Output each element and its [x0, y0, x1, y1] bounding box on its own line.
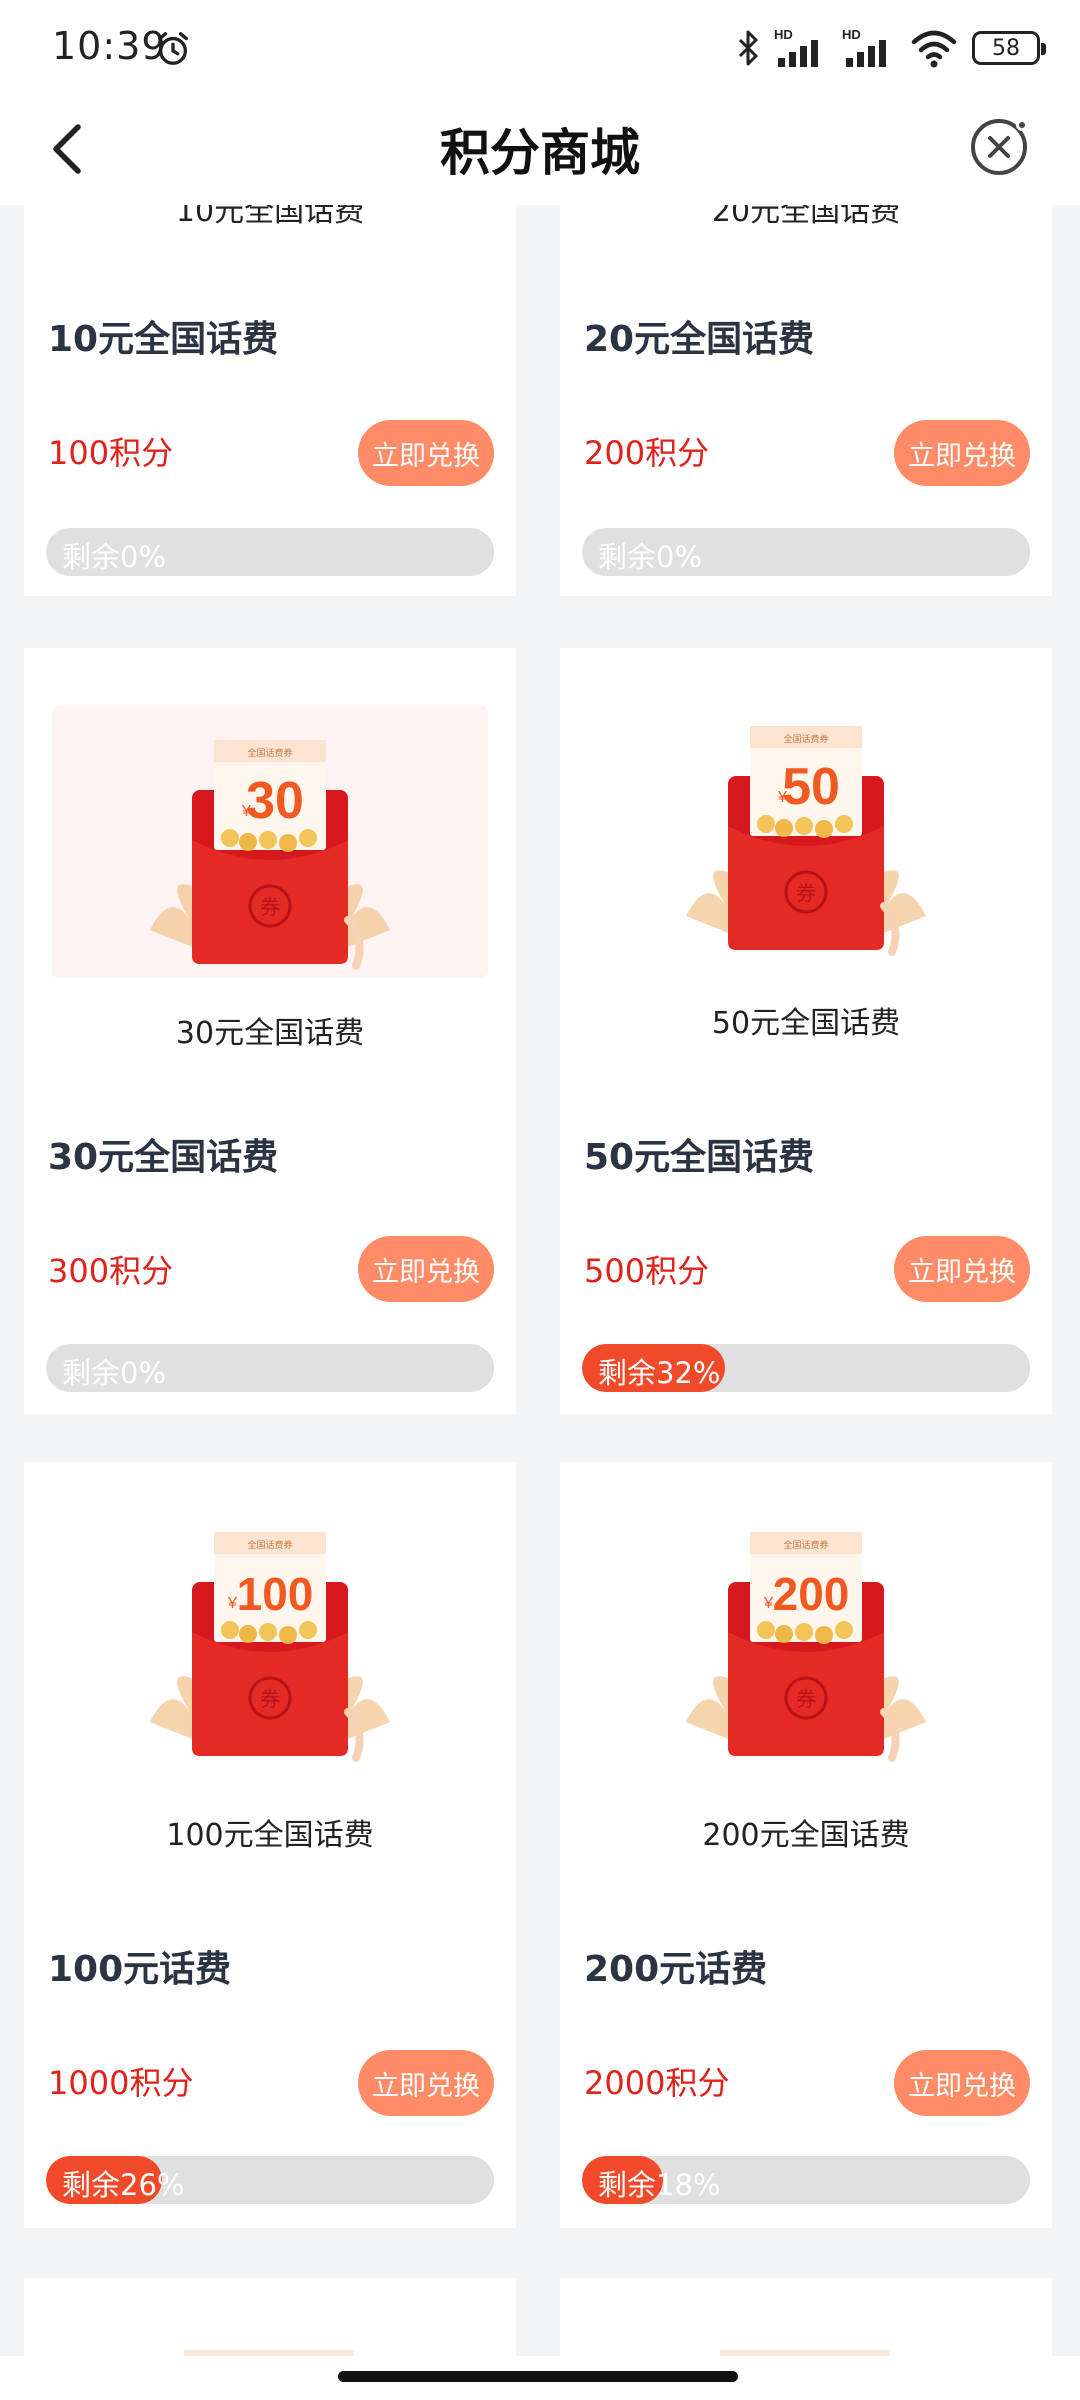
- product-points: 1000积分: [48, 2064, 194, 2102]
- product-points: 2000积分: [584, 2064, 730, 2102]
- status-bar: 10:39 HD HD 58: [0, 0, 1080, 95]
- product-points: 300积分: [48, 1252, 174, 1290]
- coupon-currency-symbol: ¥: [763, 1595, 773, 1612]
- stock-remaining-label: 剩余0%: [62, 1356, 167, 1390]
- red-envelope-coupon-image: 全国话费券 ¥50 券: [666, 706, 946, 956]
- redeem-button[interactable]: 立即兑换: [894, 420, 1030, 486]
- product-card[interactable]: 全国话费券 ¥200 券 200元全国话费 200元话费 2000积分 立即兑换 剩…: [560, 1462, 1052, 2228]
- product-card[interactable]: 20元全国话费 20元全国话费 200积分 立即兑换 剩余0%: [560, 150, 1052, 596]
- home-indicator[interactable]: [338, 2371, 738, 2382]
- coupon-face-value: 200: [773, 1568, 850, 1620]
- coupon-header-text: 全国话费券: [247, 747, 292, 759]
- top-nav-bar: 积分商城: [0, 95, 1080, 205]
- stock-progress-bar: 剩余18%: [582, 2156, 1030, 2204]
- product-image[interactable]: 全国话费券 ¥50 券: [588, 706, 1024, 978]
- coupon-stamp-text: 券: [260, 1687, 280, 1711]
- signal-hd-icon: HD: [842, 27, 886, 67]
- page-title: 积分商城: [440, 124, 640, 182]
- stock-remaining-label: 剩余18%: [598, 2168, 721, 2202]
- product-image-caption: 200元全国话费: [702, 1818, 910, 1853]
- product-points: 100积分: [48, 434, 174, 472]
- product-title: 200元话费: [584, 1949, 768, 1990]
- coupon-header-text: 全国话费券: [783, 1539, 828, 1551]
- stock-remaining-label: 剩余0%: [598, 540, 703, 574]
- hd-badge: HD: [842, 27, 861, 42]
- product-title: 30元全国话费: [48, 1137, 279, 1178]
- product-image-caption: 50元全国话费: [711, 1006, 901, 1041]
- coupon-header-text: 全国话费券: [247, 1539, 292, 1551]
- red-envelope-coupon-image: 全国话费券 ¥100 券: [130, 1512, 410, 1762]
- close-circle-icon[interactable]: [966, 113, 1032, 179]
- product-image[interactable]: 全国话费券 ¥200 券: [588, 1520, 1024, 1792]
- product-image[interactable]: 全国话费券 ¥100 券: [52, 1520, 488, 1792]
- stock-remaining-label: 剩余32%: [598, 1356, 721, 1390]
- product-card[interactable]: 全国话费券 ¥30 券 30元全国话费 30元全国话费 300积分 立即兑换 剩余0…: [24, 648, 516, 1414]
- status-time: 10:39: [52, 24, 167, 68]
- product-title: 10元全国话费: [48, 319, 279, 360]
- product-title: 20元全国话费: [584, 319, 815, 360]
- red-envelope-coupon-image: 全国话费券 ¥30 券: [130, 720, 410, 970]
- coupon-face-value: 100: [237, 1568, 314, 1620]
- product-card[interactable]: 全国话费券 ¥50 券 50元全国话费 50元全国话费 500积分 立即兑换 剩余3…: [560, 648, 1052, 1414]
- product-image[interactable]: 全国话费券 ¥30 券: [52, 706, 488, 978]
- stock-remaining-label: 剩余26%: [62, 2168, 185, 2202]
- bluetooth-icon: [738, 30, 758, 66]
- signal-hd-icon: HD: [774, 27, 818, 67]
- redeem-button[interactable]: 立即兑换: [894, 2050, 1030, 2116]
- stock-progress-bar: 剩余26%: [46, 2156, 494, 2204]
- product-card[interactable]: 全国话费券 ¥100 券 100元全国话费 100元话费 1000积分 立即兑换 剩…: [24, 1462, 516, 2228]
- coupon-stamp-text: 券: [796, 881, 816, 905]
- stock-remaining-label: 剩余0%: [62, 540, 167, 574]
- product-title: 100元话费: [48, 1949, 232, 1990]
- battery-level: 58: [992, 35, 1020, 61]
- coupon-header-text: 全国话费券: [783, 733, 828, 745]
- coupon-stamp-text: 券: [260, 895, 280, 919]
- product-points: 500积分: [584, 1252, 710, 1290]
- alarm-clock-icon: [158, 32, 188, 65]
- coupon-face-value: 30: [246, 772, 304, 830]
- red-envelope-coupon-image: 全国话费券 ¥200 券: [666, 1512, 946, 1762]
- coupon-face-value: 50: [782, 758, 840, 816]
- redeem-button[interactable]: 立即兑换: [358, 2050, 494, 2116]
- product-grid: 10元全国话费 10元全国话费 100积分 立即兑换 剩余0% 20元全国话费 …: [0, 0, 1080, 2400]
- redeem-button[interactable]: 立即兑换: [894, 1236, 1030, 1302]
- stock-progress-bar: 剩余0%: [582, 528, 1030, 576]
- hd-badge: HD: [774, 27, 793, 42]
- product-title: 50元全国话费: [584, 1137, 815, 1178]
- battery-icon: 58: [972, 31, 1046, 65]
- product-card[interactable]: 10元全国话费 10元全国话费 100积分 立即兑换 剩余0%: [24, 150, 516, 596]
- product-image-caption: 30元全国话费: [175, 1016, 365, 1051]
- stock-progress-bar: 剩余32%: [582, 1344, 1030, 1392]
- coupon-currency-symbol: ¥: [227, 1595, 237, 1612]
- product-image-caption: 100元全国话费: [166, 1818, 374, 1853]
- status-icons: HD HD 58: [736, 26, 1046, 70]
- coupon-stamp-text: 券: [796, 1687, 816, 1711]
- product-points: 200积分: [584, 434, 710, 472]
- stock-progress-bar: 剩余0%: [46, 1344, 494, 1392]
- stock-progress-bar: 剩余0%: [46, 528, 494, 576]
- redeem-button[interactable]: 立即兑换: [358, 420, 494, 486]
- redeem-button[interactable]: 立即兑换: [358, 1236, 494, 1302]
- wifi-icon: [911, 30, 957, 68]
